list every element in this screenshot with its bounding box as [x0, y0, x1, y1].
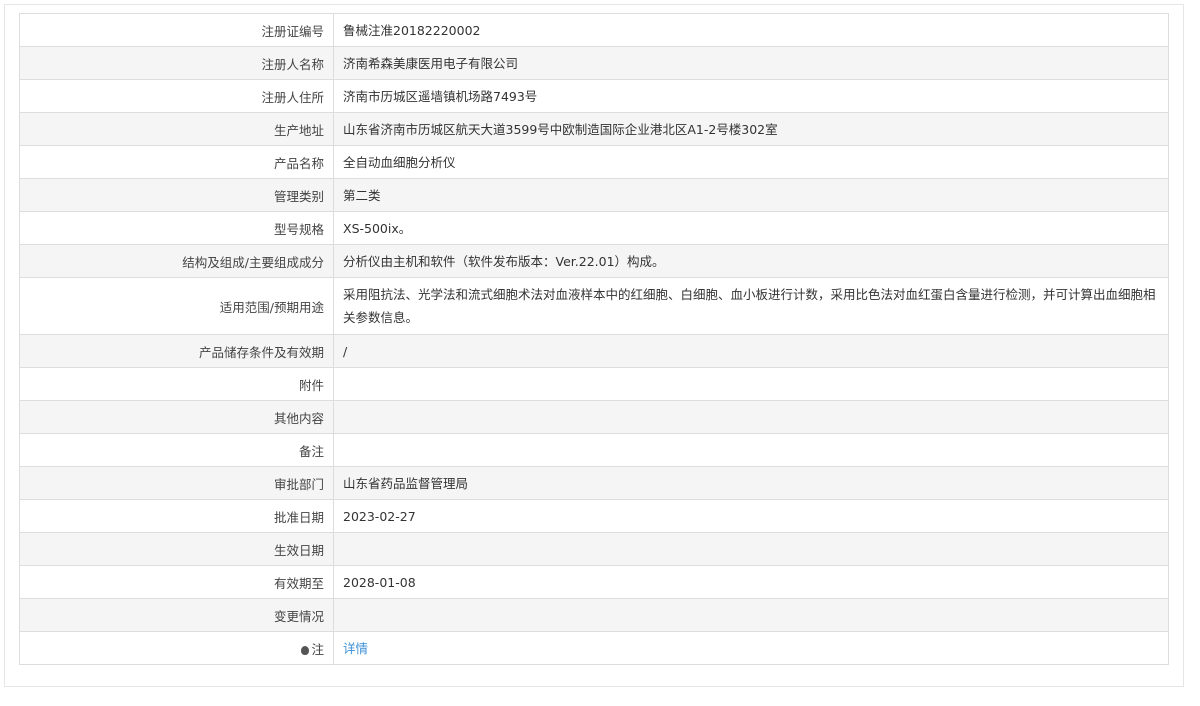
- table-row: 注册人名称 济南希森美康医用电子有限公司: [19, 46, 1169, 80]
- table-row: 适用范围/预期用途 采用阻抗法、光学法和流式细胞术法对血液样本中的红细胞、白细胞、…: [19, 277, 1169, 335]
- row-label: 其他内容: [19, 400, 334, 434]
- row-value: 全自动血细胞分析仪: [333, 145, 1169, 179]
- row-label: 型号规格: [19, 211, 334, 245]
- row-label: 备注: [19, 433, 334, 467]
- table-row: 其他内容: [19, 400, 1169, 434]
- table-row: 附件: [19, 367, 1169, 401]
- row-label: 变更情况: [19, 598, 334, 632]
- row-value: [333, 400, 1169, 434]
- row-value: 2028-01-08: [333, 565, 1169, 599]
- row-label: 注册人名称: [19, 46, 334, 80]
- row-value: 山东省药品监督管理局: [333, 466, 1169, 500]
- table-row: 批准日期 2023-02-27: [19, 499, 1169, 533]
- table-row: 生产地址 山东省济南市历城区航天大道3599号中欧制造国际企业港北区A1-2号楼3…: [19, 112, 1169, 146]
- row-label: 产品名称: [19, 145, 334, 179]
- table-row: 注册人住所 济南市历城区遥墙镇机场路7493号: [19, 79, 1169, 113]
- row-value: 济南希森美康医用电子有限公司: [333, 46, 1169, 80]
- table-row: 注册证编号 鲁械注准20182220002: [19, 13, 1169, 47]
- row-label: 注册证编号: [19, 13, 334, 47]
- row-value: 济南市历城区遥墙镇机场路7493号: [333, 79, 1169, 113]
- row-value: 分析仪由主机和软件（软件发布版本：Ver.22.01）构成。: [333, 244, 1169, 278]
- row-value: [333, 532, 1169, 566]
- registration-detail-table: 注册证编号 鲁械注准20182220002 注册人名称 济南希森美康医用电子有限公司注…: [19, 13, 1169, 665]
- table-row: 审批部门 山东省药品监督管理局: [19, 466, 1169, 500]
- row-label: 批准日期: [19, 499, 334, 533]
- row-label: 注: [19, 631, 334, 665]
- row-value: [333, 367, 1169, 401]
- lightbulb-icon: [301, 645, 310, 655]
- table-row: 有效期至 2028-01-08: [19, 565, 1169, 599]
- row-label: 结构及组成/主要组成成分: [19, 244, 334, 278]
- row-value: 鲁械注准20182220002: [333, 13, 1169, 47]
- table-row: 产品名称 全自动血细胞分析仪: [19, 145, 1169, 179]
- table-row: 生效日期: [19, 532, 1169, 566]
- row-label: 审批部门: [19, 466, 334, 500]
- row-value: XS-500ix。: [333, 211, 1169, 245]
- table-row: 产品储存条件及有效期 /: [19, 334, 1169, 368]
- row-label: 有效期至: [19, 565, 334, 599]
- details-link[interactable]: 详情: [343, 641, 368, 656]
- table-row: 变更情况: [19, 598, 1169, 632]
- row-label: 生产地址: [19, 112, 334, 146]
- row-label: 管理类别: [19, 178, 334, 212]
- row-label: 注册人住所: [19, 79, 334, 113]
- row-value: [333, 598, 1169, 632]
- table-row: 备注: [19, 433, 1169, 467]
- table-row: 管理类别 第二类: [19, 178, 1169, 212]
- row-label: 产品储存条件及有效期: [19, 334, 334, 368]
- row-label: 适用范围/预期用途: [19, 277, 334, 335]
- table-row: 结构及组成/主要组成成分 分析仪由主机和软件（软件发布版本：Ver.22.01）构…: [19, 244, 1169, 278]
- row-label: 生效日期: [19, 532, 334, 566]
- row-value: 山东省济南市历城区航天大道3599号中欧制造国际企业港北区A1-2号楼302室: [333, 112, 1169, 146]
- row-value: 采用阻抗法、光学法和流式细胞术法对血液样本中的红细胞、白细胞、血小板进行计数，采…: [333, 277, 1169, 335]
- row-label: 附件: [19, 367, 334, 401]
- table-row: 型号规格 XS-500ix。: [19, 211, 1169, 245]
- row-value: 第二类: [333, 178, 1169, 212]
- table-row: 注详情: [19, 631, 1169, 665]
- row-value: 2023-02-27: [333, 499, 1169, 533]
- row-value: [333, 433, 1169, 467]
- row-value: /: [333, 334, 1169, 368]
